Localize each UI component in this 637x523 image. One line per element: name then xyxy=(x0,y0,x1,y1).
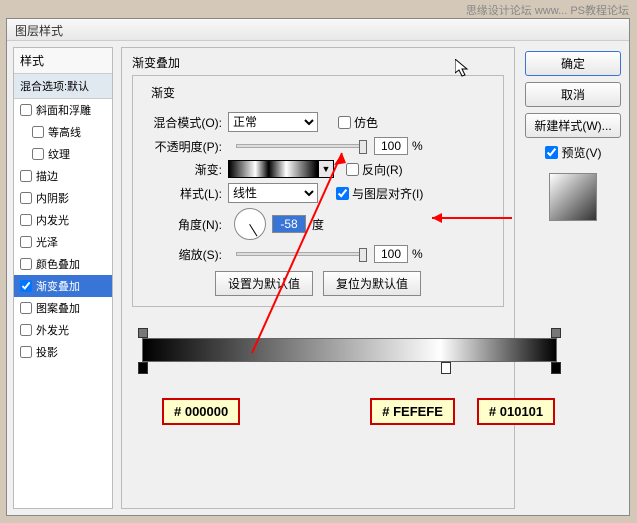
preview-thumbnail xyxy=(549,173,597,221)
style-item-图案叠加[interactable]: 图案叠加 xyxy=(14,297,112,319)
style-label: 外发光 xyxy=(36,322,69,338)
scale-slider[interactable] xyxy=(236,252,366,256)
angle-label: 角度(N): xyxy=(143,216,228,233)
gradient-track xyxy=(142,338,557,362)
style-checkbox[interactable] xyxy=(20,104,32,116)
style-item-内阴影[interactable]: 内阴影 xyxy=(14,187,112,209)
color-tags-row: # 000000 # FEFEFE # 010101 xyxy=(152,398,562,425)
style-item-等高线[interactable]: 等高线 xyxy=(14,121,112,143)
style-label: 样式(L): xyxy=(143,185,228,202)
action-panel: 确定 取消 新建样式(W)... 预览(V) xyxy=(523,47,623,509)
gradient-dropdown-icon[interactable]: ▼ xyxy=(318,160,334,178)
style-item-颜色叠加[interactable]: 颜色叠加 xyxy=(14,253,112,275)
style-label: 图案叠加 xyxy=(36,300,80,316)
gradient-preview[interactable] xyxy=(228,160,318,178)
blend-options-header[interactable]: 混合选项:默认 xyxy=(14,74,112,99)
percent-label: % xyxy=(412,139,423,153)
style-select[interactable]: 线性 xyxy=(228,183,318,203)
preview-label: 预览(V) xyxy=(562,144,602,161)
color-tag-1: # 000000 xyxy=(162,398,240,425)
panel-title: 渐变叠加 xyxy=(132,54,504,71)
style-checkbox[interactable] xyxy=(20,258,32,270)
preview-checkbox-wrap[interactable]: 预览(V) xyxy=(545,144,602,161)
angle-unit: 度 xyxy=(312,216,324,233)
style-item-内发光[interactable]: 内发光 xyxy=(14,209,112,231)
style-label: 渐变叠加 xyxy=(36,278,80,294)
style-checkbox[interactable] xyxy=(20,280,32,292)
gradient-label: 渐变: xyxy=(143,161,228,178)
gradient-overlay-panel: 渐变叠加 渐变 混合模式(O): 正常 仿色 不透明度(P): % xyxy=(121,47,515,509)
style-label: 等高线 xyxy=(48,124,81,140)
style-checkbox[interactable] xyxy=(20,236,32,248)
dither-label: 仿色 xyxy=(354,114,378,131)
style-item-外发光[interactable]: 外发光 xyxy=(14,319,112,341)
watermark-text: 思缘设计论坛 www... PS教程论坛 xyxy=(466,2,629,18)
style-item-投影[interactable]: 投影 xyxy=(14,341,112,363)
scale-label: 缩放(S): xyxy=(143,246,228,263)
style-item-纹理[interactable]: 纹理 xyxy=(14,143,112,165)
align-checkbox[interactable] xyxy=(336,187,349,200)
preview-checkbox[interactable] xyxy=(545,146,558,159)
style-label: 颜色叠加 xyxy=(36,256,80,272)
reverse-checkbox-wrap[interactable]: 反向(R) xyxy=(346,161,403,178)
opacity-label: 不透明度(P): xyxy=(143,138,228,155)
gradient-fieldset-title: 渐变 xyxy=(147,84,179,101)
new-style-button[interactable]: 新建样式(W)... xyxy=(525,113,621,138)
style-checkbox[interactable] xyxy=(20,214,32,226)
reverse-label: 反向(R) xyxy=(362,161,403,178)
style-label: 投影 xyxy=(36,344,58,360)
scale-input[interactable] xyxy=(374,245,408,263)
blend-mode-select[interactable]: 正常 xyxy=(228,112,318,132)
dither-checkbox[interactable] xyxy=(338,116,351,129)
align-label: 与图层对齐(I) xyxy=(352,185,423,202)
blend-mode-label: 混合模式(O): xyxy=(143,114,228,131)
style-checkbox[interactable] xyxy=(20,170,32,182)
opacity-input[interactable] xyxy=(374,137,408,155)
opacity-slider[interactable] xyxy=(236,144,366,148)
style-label: 纹理 xyxy=(48,146,70,162)
style-item-斜面和浮雕[interactable]: 斜面和浮雕 xyxy=(14,99,112,121)
dialog-title: 图层样式 xyxy=(7,19,629,41)
angle-input[interactable] xyxy=(272,215,306,233)
color-tag-3: # 010101 xyxy=(477,398,555,425)
style-label: 斜面和浮雕 xyxy=(36,102,91,118)
reverse-checkbox[interactable] xyxy=(346,163,359,176)
style-label: 光泽 xyxy=(36,234,58,250)
angle-dial[interactable] xyxy=(234,208,266,240)
styles-list-panel: 样式 混合选项:默认 斜面和浮雕等高线纹理描边内阴影内发光光泽颜色叠加渐变叠加图… xyxy=(13,47,113,509)
styles-header[interactable]: 样式 xyxy=(14,48,112,74)
color-tag-2: # FEFEFE xyxy=(370,398,455,425)
style-item-渐变叠加[interactable]: 渐变叠加 xyxy=(14,275,112,297)
style-checkbox[interactable] xyxy=(32,148,44,160)
style-checkbox[interactable] xyxy=(20,192,32,204)
style-checkbox[interactable] xyxy=(20,302,32,314)
style-item-光泽[interactable]: 光泽 xyxy=(14,231,112,253)
style-label: 描边 xyxy=(36,168,58,184)
style-label: 内阴影 xyxy=(36,190,69,206)
percent-label2: % xyxy=(412,247,423,261)
cancel-button[interactable]: 取消 xyxy=(525,82,621,107)
layer-style-dialog: 图层样式 样式 混合选项:默认 斜面和浮雕等高线纹理描边内阴影内发光光泽颜色叠加… xyxy=(6,18,630,516)
ok-button[interactable]: 确定 xyxy=(525,51,621,76)
set-default-button[interactable]: 设置为默认值 xyxy=(215,271,313,296)
reset-default-button[interactable]: 复位为默认值 xyxy=(323,271,421,296)
style-checkbox[interactable] xyxy=(20,324,32,336)
style-checkbox[interactable] xyxy=(20,346,32,358)
align-checkbox-wrap[interactable]: 与图层对齐(I) xyxy=(336,185,423,202)
style-item-描边[interactable]: 描边 xyxy=(14,165,112,187)
style-checkbox[interactable] xyxy=(32,126,44,138)
gradient-annotation xyxy=(142,338,557,362)
style-label: 内发光 xyxy=(36,212,69,228)
dither-checkbox-wrap[interactable]: 仿色 xyxy=(338,114,378,131)
